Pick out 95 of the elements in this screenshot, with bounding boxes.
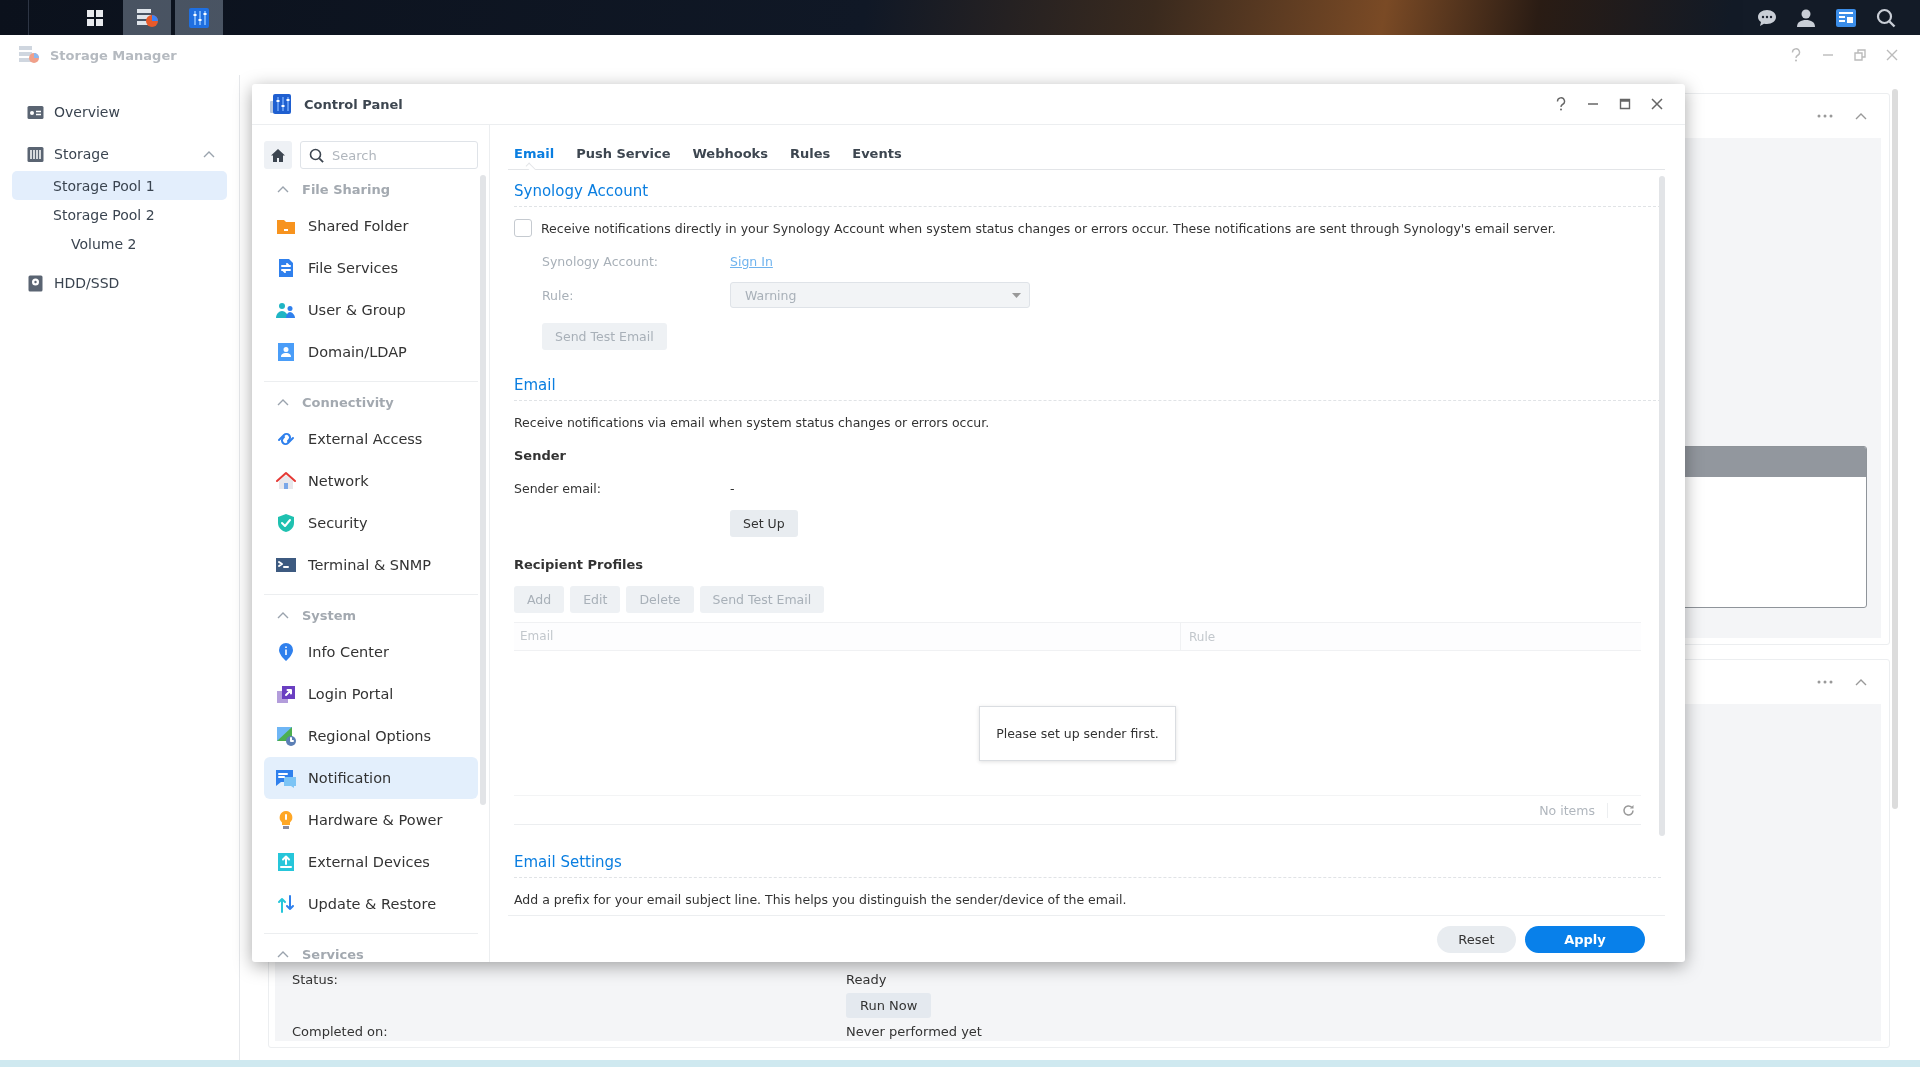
portal-arrow-icon [276,684,296,704]
user-icon[interactable] [1796,7,1816,28]
apply-button[interactable]: Apply [1525,925,1645,953]
storage-app-button[interactable] [123,0,171,35]
tab[interactable]: Rules [781,137,840,169]
map-clock-icon [276,726,296,746]
nav-item[interactable]: Storage [12,137,227,171]
field-label: Sender email: [514,481,601,496]
chevron-icon[interactable] [277,185,289,193]
field-value: Ready [846,972,887,987]
chevron-icon[interactable] [277,950,289,958]
nav-item[interactable]: HDD/SSD [12,266,227,300]
checkbox-label: Receive notifications directly in your Synology Account when system status changes or errors occur. These notifications are sent through Synology's email server. [541,220,1556,236]
item-count: No items [1539,802,1608,818]
search-icon[interactable] [1876,7,1896,28]
nav-item[interactable]: Volume 2 [12,229,227,258]
collapse-icon[interactable] [1855,678,1867,686]
subheading: Recipient Profiles [514,557,645,572]
scrollbar[interactable] [480,175,486,805]
field-label: Rule: [542,287,574,303]
sidebar-item[interactable]: Login Portal [264,673,478,715]
collapse-icon[interactable] [1855,112,1867,120]
overview-icon [27,103,44,121]
home-icon [270,147,286,163]
app-icon [18,45,40,65]
scrollbar[interactable] [1659,176,1665,836]
section-heading: Email Settings [514,841,1661,878]
chevron-icon[interactable] [203,150,215,158]
sidebar-item[interactable]: External Devices [264,841,478,883]
nav-item[interactable]: Overview [12,95,227,129]
tab[interactable]: Webhooks [683,137,777,169]
grid-icon [86,8,104,27]
caret-icon [1012,292,1021,298]
sliders-icon [188,6,210,29]
subheading: Sender [514,448,567,463]
widgets-icon[interactable] [1835,7,1857,28]
nav-item[interactable]: Storage Pool 1 [12,171,227,200]
nav-item[interactable]: Storage Pool 2 [12,200,227,229]
message-icon [276,768,296,788]
control-panel-app-button[interactable] [175,0,223,35]
sidebar-item[interactable]: External Access [264,418,478,460]
window-title: Control Panel [304,96,403,112]
search-field[interactable]: Search [300,141,478,169]
window-title: Storage Manager [50,47,177,63]
storage-app-icon [135,6,159,29]
tab[interactable]: Email [514,137,564,169]
upload-icon [276,852,296,872]
run-now-button[interactable]: Run Now [846,993,932,1018]
description: Add a prefix for your email subject line. This helps you distinguish the sender/device of the email. [514,892,1128,907]
home-button[interactable] [264,141,292,169]
set-up-button[interactable]: Set Up [730,510,798,537]
users-icon [276,300,296,320]
sidebar-item[interactable]: Domain/LDAP [264,331,478,373]
storage-icon [27,145,44,163]
tab[interactable]: Push Service [567,137,680,169]
house-icon [276,471,296,491]
refresh-icon[interactable] [1622,803,1635,817]
sidebar-item[interactable]: Terminal & SNMP [264,544,478,586]
app-icon [270,93,292,115]
sidebar-item[interactable]: Network [264,460,478,502]
chat-icon[interactable] [1757,7,1777,28]
sidebar-item[interactable]: Security [264,502,478,544]
info-icon [276,642,296,662]
file-transfer-icon [276,258,296,278]
maximize-icon[interactable] [1619,98,1631,110]
empty-message: Please set up sender first. [979,705,1176,761]
sidebar-item[interactable]: Regional Options [264,715,478,757]
scrollbar[interactable] [1892,89,1898,809]
help-icon[interactable] [1555,97,1567,111]
more-icon[interactable] [1817,114,1833,118]
sidebar-item[interactable]: User & Group [264,289,478,331]
terminal-icon [276,555,296,575]
sidebar-item[interactable]: Info Center [264,631,478,673]
chevron-icon[interactable] [277,611,289,619]
field-label: Status: [292,972,338,987]
more-icon[interactable] [1817,680,1833,684]
contact-card-icon [276,342,296,362]
field-value: - [730,481,735,496]
field-value: Never performed yet [846,1024,982,1039]
sidebar-item[interactable]: File Services [264,247,478,289]
close-icon[interactable] [1651,98,1663,110]
description: Receive notifications via email when system status changes or errors occur. [514,415,991,430]
sidebar-item[interactable]: Shared Folder [264,205,478,247]
field-label: Completed on: [292,1024,388,1039]
chevron-icon[interactable] [277,398,289,406]
sidebar-item[interactable]: Update & Restore [264,883,478,925]
sidebar-item[interactable]: Hardware & Power [264,799,478,841]
tab[interactable]: Events [843,137,911,169]
reset-button[interactable]: Reset [1437,925,1516,953]
search-icon [309,148,324,163]
field-label: Synology Account: [542,254,658,269]
shield-icon [276,513,296,533]
restore-icon[interactable] [1854,49,1866,61]
sidebar-item[interactable]: Notification [264,757,478,799]
sync-arrows-icon [276,894,296,914]
